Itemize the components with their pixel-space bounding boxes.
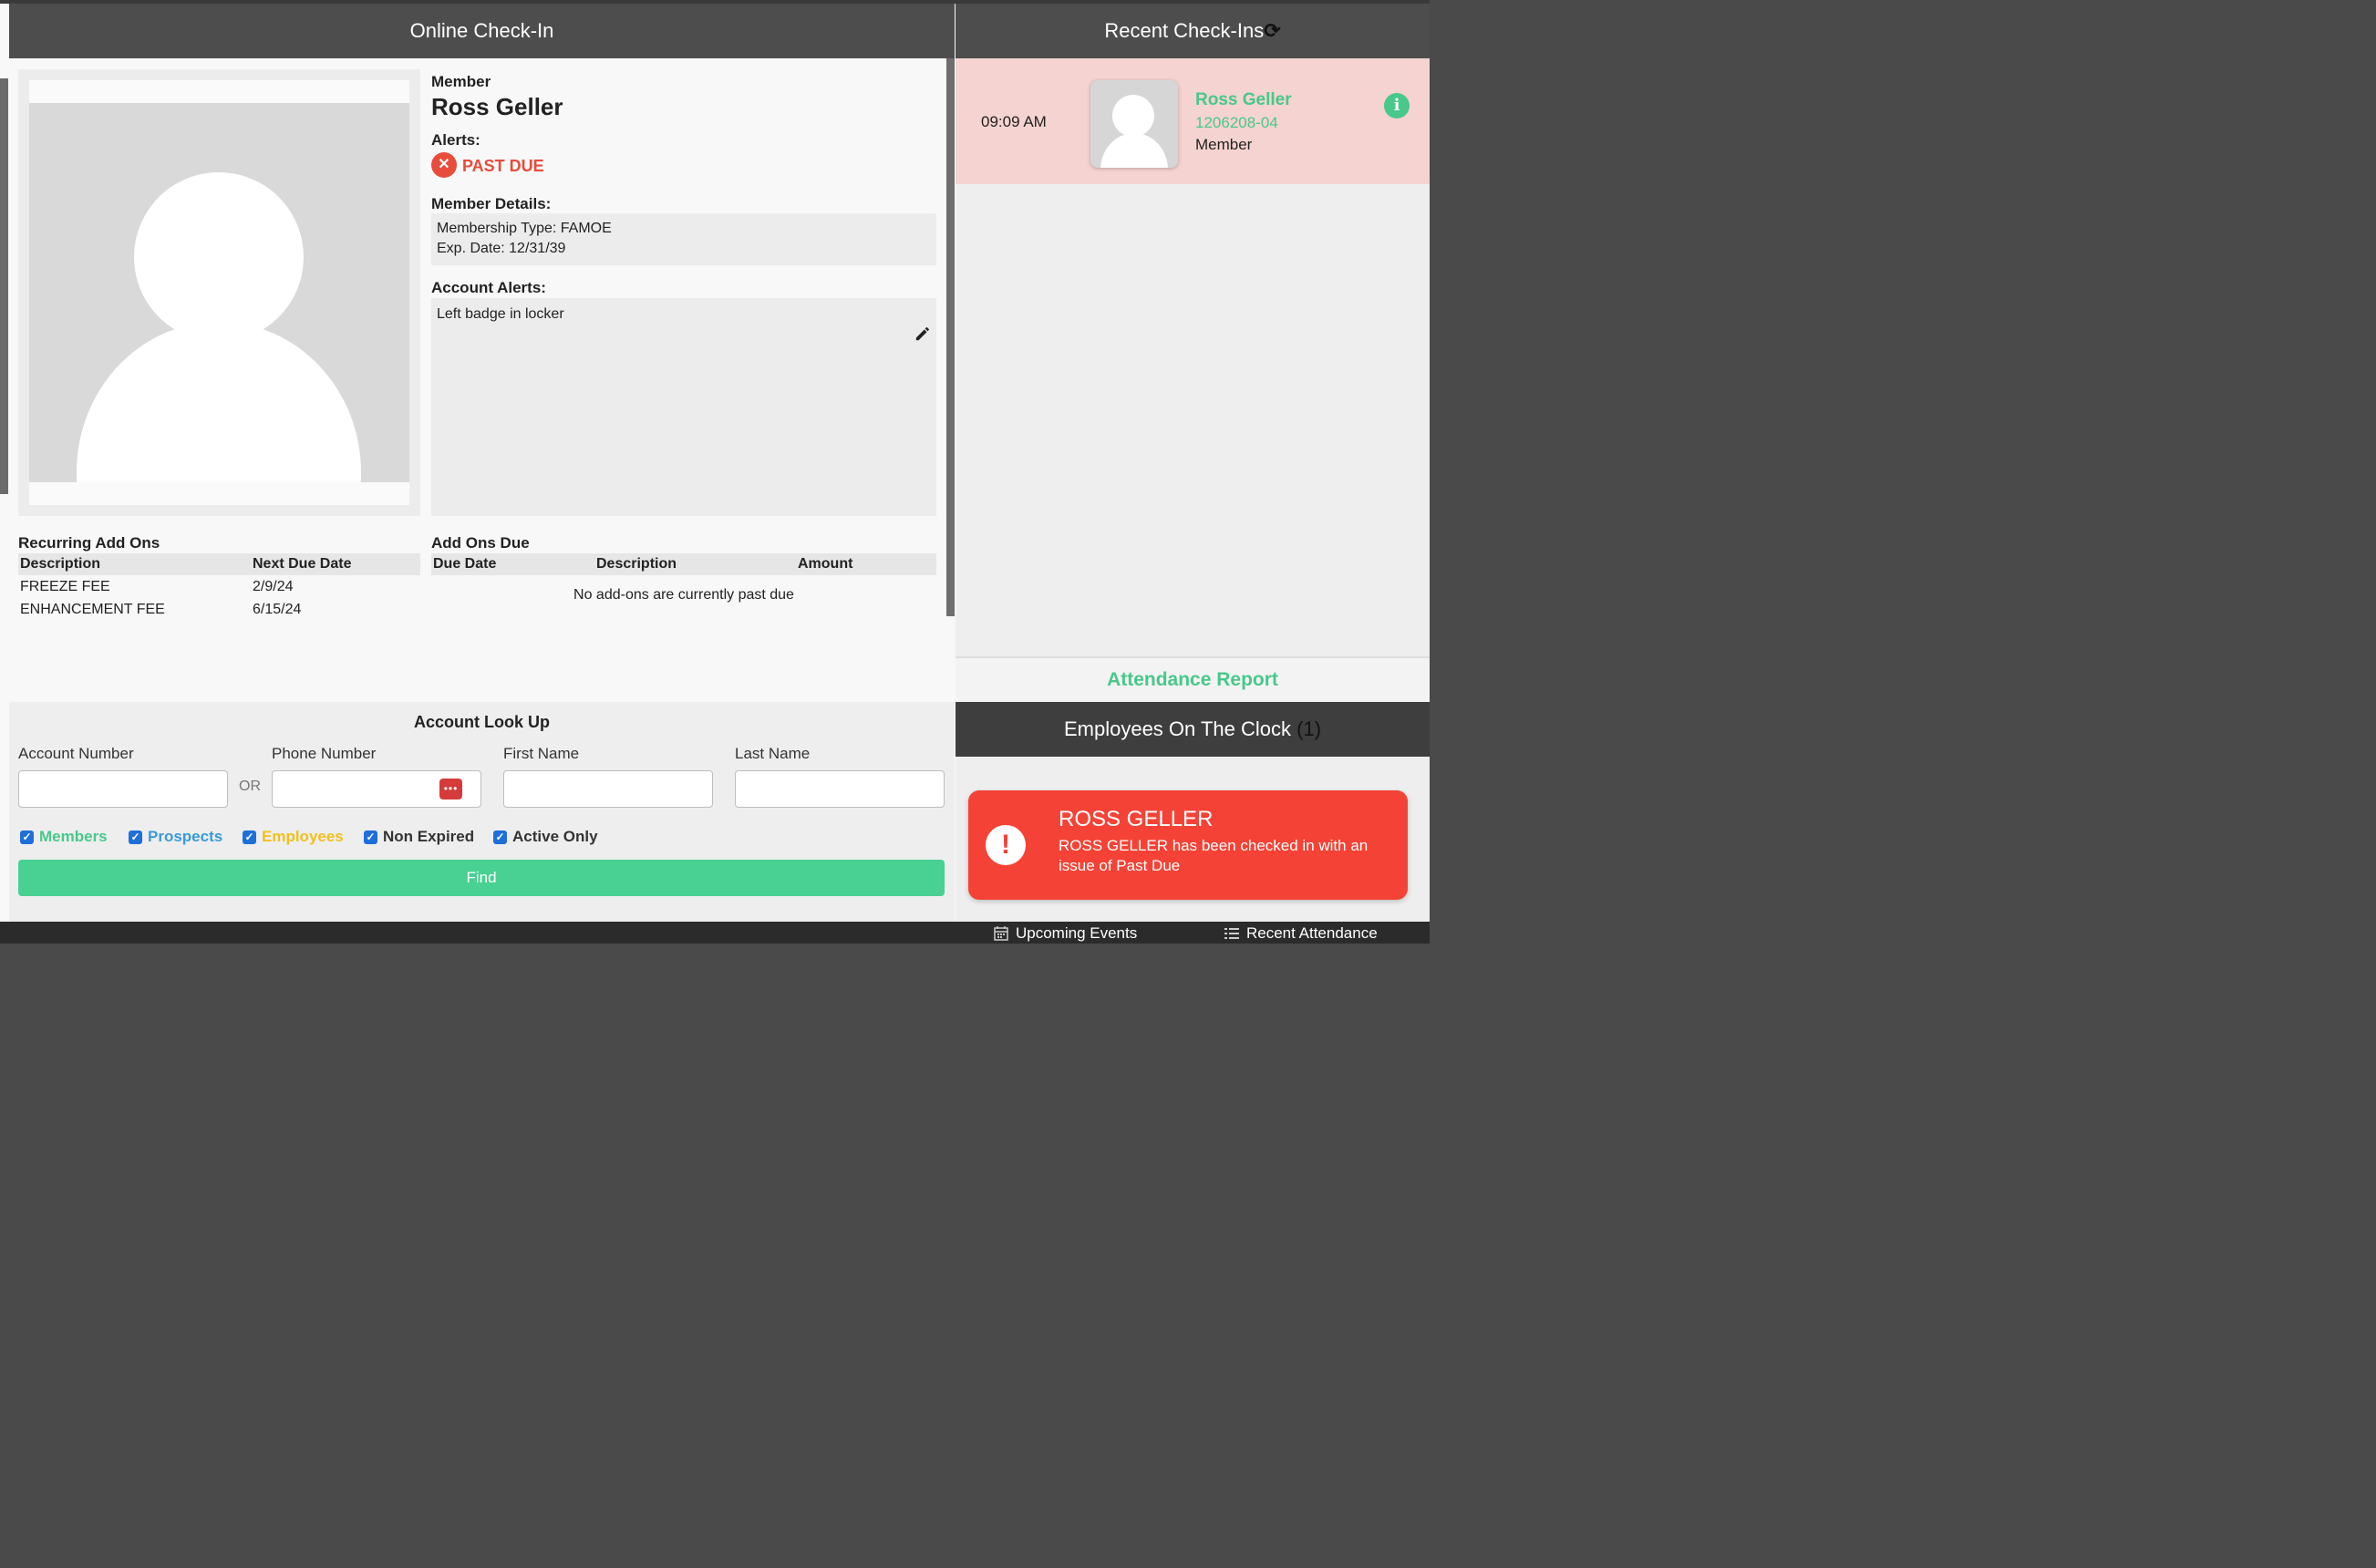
checkin-time: 09:09 AM: [981, 113, 1047, 130]
alerts-label: Alerts:: [431, 131, 480, 149]
account-alerts-label: Account Alerts:: [431, 279, 546, 296]
member-photo: [18, 69, 420, 516]
col-description: Description: [596, 556, 677, 572]
phone-number-label: Phone Number: [272, 745, 377, 762]
account-lookup-form: Account Look Up Account Number OR Phone …: [9, 702, 955, 922]
employees-checkbox[interactable]: ✓ Employees: [243, 828, 344, 846]
table-row: ENHANCEMENT FEE 6/15/24: [18, 599, 420, 621]
password-dots-icon[interactable]: •••: [439, 779, 462, 799]
addons-due-title: Add Ons Due: [431, 534, 530, 552]
row-date: 6/15/24: [253, 602, 302, 617]
prospects-checkbox[interactable]: ✓ Prospects: [129, 828, 222, 846]
recurring-addons-title: Recurring Add Ons: [18, 534, 160, 552]
recent-checkins-title: Recent Check-Ins: [1104, 19, 1265, 42]
left-edge-bar: [0, 78, 8, 494]
table-row: FREEZE FEE 2/9/24: [18, 576, 420, 598]
bottom-bar: Upcoming Events Recent Attendance: [0, 922, 1430, 944]
recent-checkins-panel: Recent Check-Ins⟳ 09:09 AM Ross Geller 1…: [956, 4, 1430, 922]
checkmark-icon[interactable]: ✓: [129, 830, 142, 844]
non-expired-checkbox[interactable]: ✓ Non Expired: [364, 828, 474, 846]
checkin-alert-toast[interactable]: ! ROSS GELLER ROSS GELLER has been check…: [968, 790, 1408, 900]
recent-checkins-header: Recent Check-Ins⟳: [956, 4, 1430, 58]
recent-attendance-link[interactable]: Recent Attendance: [1224, 924, 1378, 943]
row-description: FREEZE FEE: [20, 579, 110, 594]
account-alerts-box: Left badge in locker: [431, 298, 936, 516]
lookup-title: Account Look Up: [414, 713, 550, 731]
checkmark-icon[interactable]: ✓: [243, 830, 256, 844]
addons-due-table-header: Due Date Description Amount: [431, 553, 936, 575]
col-amount: Amount: [798, 556, 853, 572]
online-checkin-header: Online Check-In: [9, 4, 955, 58]
recurring-table-header: Description Next Due Date: [18, 553, 420, 575]
attendance-report-link[interactable]: Attendance Report: [956, 656, 1430, 702]
checkin-member-id: 1206208-04: [1195, 114, 1278, 131]
upcoming-events-link[interactable]: Upcoming Events: [994, 924, 1137, 943]
no-addons-message: No add-ons are currently past due: [573, 587, 794, 603]
calendar-icon: [994, 926, 1008, 941]
find-button[interactable]: Find: [18, 860, 945, 896]
exclamation-icon: !: [986, 825, 1026, 865]
upcoming-events-label: Upcoming Events: [1016, 924, 1138, 942]
membership-type: Membership Type: FAMOE: [437, 221, 612, 236]
row-date: 2/9/24: [253, 579, 294, 594]
account-number-input[interactable]: [18, 770, 228, 808]
member-details-box: Membership Type: FAMOE Exp. Date: 12/31/…: [431, 213, 936, 265]
info-icon[interactable]: i: [1384, 93, 1410, 119]
past-due-alert: PAST DUE: [462, 157, 544, 175]
member-name: Ross Geller: [431, 93, 563, 120]
last-name-label: Last Name: [735, 745, 811, 762]
account-number-label: Account Number: [18, 745, 134, 762]
checkmark-icon[interactable]: ✓: [493, 830, 507, 844]
recent-attendance-label: Recent Attendance: [1246, 924, 1378, 942]
checkin-member-name[interactable]: Ross Geller: [1195, 90, 1292, 110]
scrollbar[interactable]: [946, 58, 955, 616]
avatar: [1090, 80, 1178, 168]
member-details-label: Member Details:: [431, 195, 552, 212]
alert-x-icon: ✕: [431, 152, 457, 178]
refresh-icon[interactable]: ⟳: [1264, 19, 1280, 42]
col-due-date: Due Date: [433, 556, 497, 572]
checkin-member-type: Member: [1195, 136, 1253, 153]
online-checkin-panel: Online Check-In Member Ross Geller Alert…: [0, 4, 956, 922]
exp-date: Exp. Date: 12/31/39: [437, 241, 566, 256]
checkmark-icon[interactable]: ✓: [364, 830, 377, 844]
account-alerts-text: Left badge in locker: [437, 306, 564, 322]
first-name-label: First Name: [503, 745, 580, 762]
row-description: ENHANCEMENT FEE: [20, 602, 165, 617]
employees-on-clock-label: Employees On The Clock: [1063, 717, 1292, 740]
employees-on-clock-header[interactable]: Employees On The Clock (1): [956, 702, 1430, 757]
employees-on-clock-count: (1): [1296, 717, 1322, 740]
checkin-card[interactable]: 09:09 AM Ross Geller 1206208-04 Member i: [956, 58, 1430, 184]
toast-message: ROSS GELLER has been checked in with an …: [1059, 837, 1369, 874]
list-icon: [1224, 928, 1239, 939]
avatar-placeholder-icon: [29, 103, 409, 482]
pencil-icon[interactable]: [914, 325, 931, 342]
last-name-input[interactable]: [735, 770, 945, 808]
col-description: Description: [20, 556, 101, 572]
first-name-input[interactable]: [503, 770, 713, 808]
member-label: Member: [431, 73, 491, 90]
or-label: OR: [239, 779, 261, 794]
col-next-due-date: Next Due Date: [253, 556, 352, 572]
active-only-checkbox[interactable]: ✓ Active Only: [493, 828, 598, 846]
checkmark-icon[interactable]: ✓: [20, 830, 34, 844]
members-checkbox[interactable]: ✓ Members: [20, 828, 108, 846]
toast-title: ROSS GELLER: [1059, 807, 1214, 831]
phone-number-field[interactable]: •••: [272, 770, 481, 808]
